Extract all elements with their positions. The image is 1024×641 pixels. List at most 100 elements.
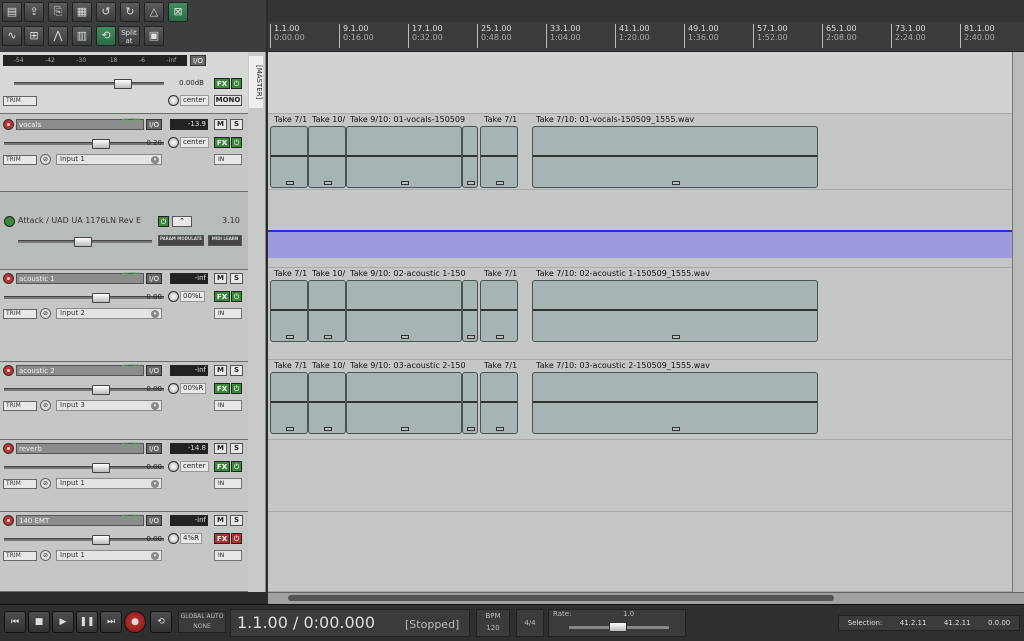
item-handle[interactable] [467, 181, 475, 185]
item-handle[interactable] [496, 181, 504, 185]
selection-display[interactable]: Selection: 41.2.11 41.2.11 0.0.00 [838, 615, 1020, 631]
fx-button[interactable]: FX [214, 383, 230, 394]
go-to-start-icon[interactable]: ⏮ [4, 611, 26, 633]
solo-button[interactable]: S [230, 119, 243, 130]
media-item[interactable] [308, 372, 346, 434]
master-io-button[interactable]: I/O [190, 55, 206, 66]
envelope-active-icon[interactable] [4, 216, 15, 227]
project-settings-icon[interactable]: ▦ [72, 2, 92, 22]
track-lane-empty[interactable] [268, 440, 1012, 512]
save-project-icon[interactable]: ⎘ [48, 2, 68, 22]
item-handle[interactable] [496, 335, 504, 339]
envelope-fader[interactable] [18, 237, 152, 247]
envelope-lane-control[interactable]: Attack / UAD UA 1176LN Rev E ⏻ ⌃ 3.10 PA… [0, 192, 248, 270]
mute-button[interactable]: M [214, 365, 227, 376]
media-item[interactable] [346, 372, 462, 434]
media-item[interactable] [270, 280, 308, 342]
media-item[interactable] [462, 372, 478, 434]
input-select[interactable]: Input 1 ▾ [56, 478, 162, 489]
media-item[interactable] [270, 372, 308, 434]
envelope-icon[interactable]: ∿ [2, 26, 22, 46]
io-button[interactable]: I/O [146, 365, 162, 376]
envelope-bypass-icon[interactable]: ⏻ [158, 216, 169, 227]
playrate-control[interactable]: Rate: 1.0 [548, 609, 686, 637]
media-item[interactable] [532, 372, 818, 434]
play-icon[interactable]: ▶ [52, 611, 74, 633]
item-handle[interactable] [401, 181, 409, 185]
phase-icon[interactable]: ⊘ [40, 478, 51, 489]
media-item[interactable] [480, 126, 518, 188]
ripple-edit-icon[interactable]: ⊠ [168, 2, 188, 22]
mute-button[interactable]: M [214, 443, 227, 454]
split-button[interactable]: Split at [118, 26, 140, 46]
trim-button[interactable]: TRIM [3, 155, 37, 165]
track-4[interactable]: 140 EMT HIGTEN I/O -inf M S 0.00 4%R FX … [0, 512, 248, 592]
item-handle[interactable] [467, 427, 475, 431]
media-item[interactable] [308, 126, 346, 188]
trim-button[interactable]: TRIM [3, 309, 37, 319]
item-handle[interactable] [324, 427, 332, 431]
repeat-icon[interactable]: ⟲ [150, 611, 172, 633]
media-item[interactable] [346, 280, 462, 342]
playrate-slider-handle[interactable] [609, 622, 627, 632]
item-handle[interactable] [324, 181, 332, 185]
master-fx-power-icon[interactable]: ⏻ [231, 78, 242, 89]
input-monitor-button[interactable]: IN [214, 400, 242, 411]
item-handle[interactable] [286, 335, 294, 339]
track-0[interactable]: vocals HIGTEN I/O -13.9 M S 0.20 center … [0, 116, 248, 192]
pan-knob[interactable] [168, 137, 179, 148]
vertical-scrollbar[interactable] [1012, 52, 1024, 592]
solo-button[interactable]: S [230, 443, 243, 454]
input-monitor-button[interactable]: IN [214, 154, 242, 165]
input-select[interactable]: Input 3 ▾ [56, 400, 162, 411]
master-pan-knob[interactable] [168, 95, 179, 106]
record-arm-icon[interactable] [3, 273, 14, 284]
input-monitor-button[interactable]: IN [214, 308, 242, 319]
pan-knob[interactable] [168, 291, 179, 302]
pan-knob[interactable] [168, 383, 179, 394]
new-project-icon[interactable]: ▤ [2, 2, 22, 22]
solo-button[interactable]: S [230, 273, 243, 284]
global-auto-button[interactable]: GLOBAL AUTO NONE [178, 611, 226, 633]
input-monitor-button[interactable]: IN [214, 478, 242, 489]
pause-icon[interactable]: ❚❚ [76, 611, 98, 633]
fx-button[interactable]: FX [214, 137, 230, 148]
master-track[interactable]: -54 -42 -30 -18 -6 -inf I/O 0.00dB FX ⏻ TRIM … [0, 52, 263, 114]
open-project-icon[interactable]: ⇪ [24, 2, 44, 22]
input-select[interactable]: Input 1 ▾ [56, 550, 162, 561]
param-modulate-button[interactable]: PARAM MODULATE [158, 235, 204, 246]
item-handle[interactable] [324, 335, 332, 339]
loop-icon[interactable]: ⟲ [96, 26, 116, 46]
metronome-icon[interactable]: △ [144, 2, 164, 22]
fx-button[interactable]: FX [214, 291, 230, 302]
input-select[interactable]: Input 2 ▾ [56, 308, 162, 319]
trim-button[interactable]: TRIM [3, 401, 37, 411]
horizontal-scrollbar[interactable] [268, 592, 1024, 604]
item-handle[interactable] [286, 181, 294, 185]
pan-knob[interactable] [168, 533, 179, 544]
media-item[interactable] [346, 126, 462, 188]
arrange-view[interactable]: Take 7/1 Take 10/Take 9/10: 01-vocals-150… [268, 52, 1012, 592]
media-item[interactable] [480, 280, 518, 342]
bpm-display[interactable]: BPM 120 [476, 609, 510, 637]
solo-button[interactable]: S [230, 515, 243, 526]
lock-icon[interactable]: ▣ [144, 26, 164, 46]
stop-icon[interactable]: ■ [28, 611, 50, 633]
track-1[interactable]: acoustic 1 HIGTEN I/O -inf M S 0.00 00%L… [0, 270, 248, 362]
phase-icon[interactable]: ⊘ [40, 154, 51, 165]
mute-button[interactable]: M [214, 119, 227, 130]
fx-power-icon[interactable]: ⏻ [231, 533, 242, 544]
fx-power-icon[interactable]: ⏻ [231, 383, 242, 394]
record-icon[interactable]: ● [124, 611, 146, 633]
grid-icon[interactable]: ▥ [72, 26, 92, 46]
redo-icon[interactable]: ↻ [120, 2, 140, 22]
envelope-line[interactable] [268, 230, 1012, 258]
phase-icon[interactable]: ⊘ [40, 550, 51, 561]
trim-button[interactable]: TRIM [3, 479, 37, 489]
selection-length[interactable]: 0.0.00 [988, 616, 1010, 630]
envelope-lane[interactable] [268, 190, 1012, 268]
track-2[interactable]: acoustic 2 HIGTEN I/O -inf M S 0.00 00%R… [0, 362, 248, 440]
solo-button[interactable]: S [230, 365, 243, 376]
input-select[interactable]: Input 1 ▾ [56, 154, 162, 165]
selection-end[interactable]: 41.2.11 [944, 616, 971, 630]
